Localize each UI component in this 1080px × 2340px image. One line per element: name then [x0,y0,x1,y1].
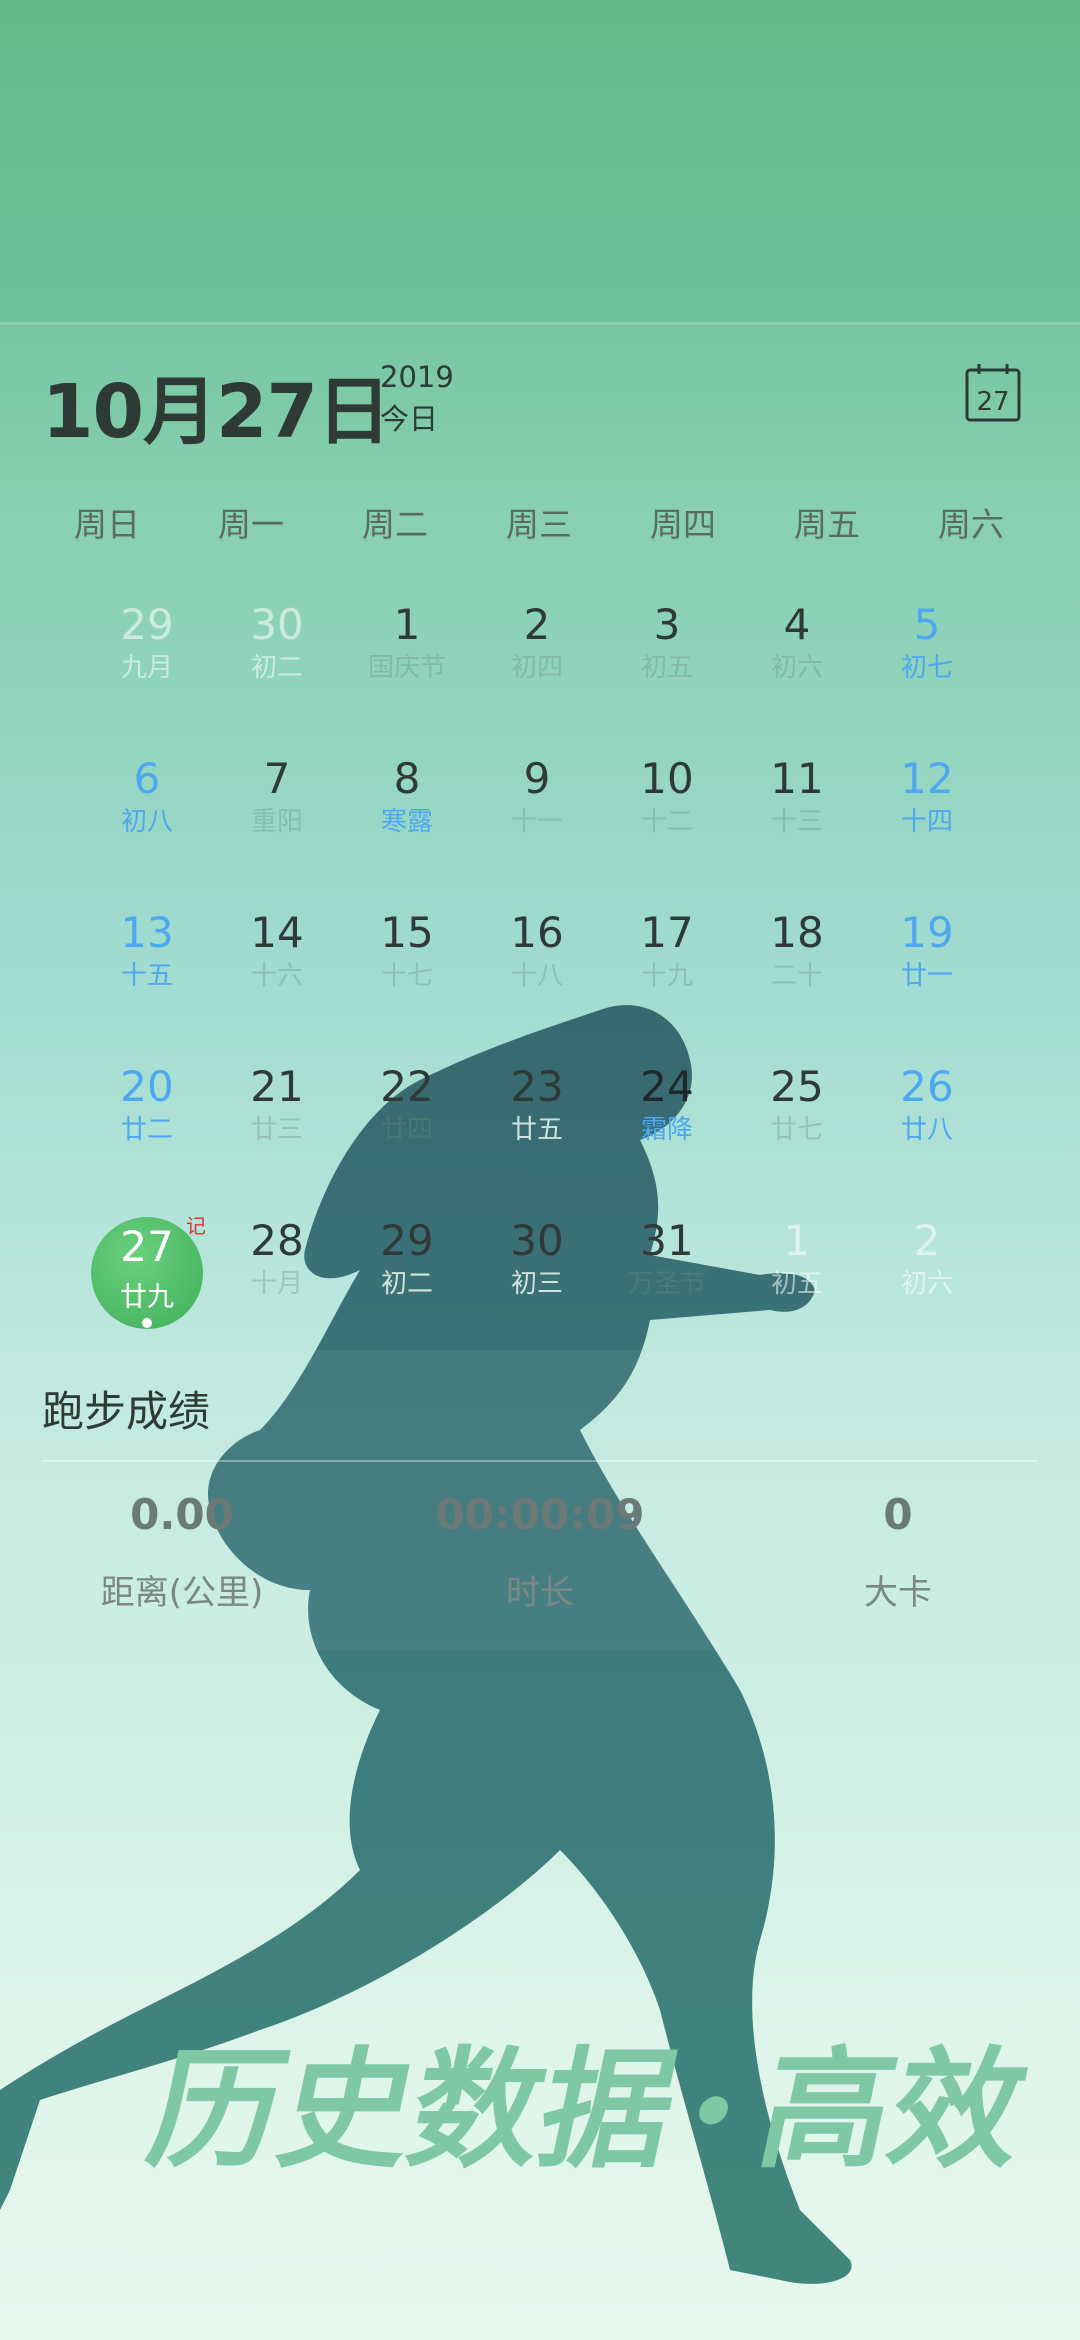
day-cell[interactable]: 31 万圣节 [602,1216,732,1336]
day-cell[interactable]: 6 初八 [82,754,212,874]
weekday-header-row: 周日 周一 周二 周三 周四 周五 周六 [0,498,1080,548]
record-badge: 记 [186,1214,206,1238]
day-cell[interactable]: 30 初二 [212,600,342,720]
duration-stat: 00:00:09 时长 [390,1490,690,1614]
selected-day-lunar: 廿九 [120,1282,174,1313]
year-label: 2019 [380,360,454,394]
duration-value: 00:00:09 [435,1490,645,1539]
day-cell[interactable]: 24 霜降 [602,1062,732,1182]
day-cell[interactable]: 13 十五 [82,908,212,1028]
weekday-tue: 周二 [362,505,428,544]
calories-value: 0 [883,1490,913,1539]
day-cell[interactable]: 1 初五 [732,1216,862,1336]
distance-label: 距离(公里) [100,1573,264,1613]
day-cell[interactable]: 29 初二 [342,1216,472,1336]
run-results-title: 跑步成绩 [42,1387,211,1436]
calendar-today-icon[interactable]: 27 [964,362,1022,424]
top-banner [0,0,1080,325]
current-date-title: 10月27日 [42,369,391,455]
day-cell[interactable]: 4 初六 [732,600,862,720]
day-cell[interactable]: 29 九月 [82,600,212,720]
slogan-banner: 历史数据 • 高效 [137,2035,1039,2186]
day-cell[interactable]: 21 廿三 [212,1062,342,1182]
day-cell[interactable]: 16 十八 [472,908,602,1028]
calendar-icon-day: 27 [976,387,1009,417]
duration-label: 时长 [506,1573,574,1613]
today-label[interactable]: 今日 [380,396,438,438]
day-cell[interactable]: 9 十一 [472,754,602,874]
day-cell[interactable]: 17 十九 [602,908,732,1028]
distance-stat: 0.00 距离(公里) [32,1490,332,1614]
day-cell[interactable]: 26 廿八 [862,1062,992,1182]
day-cell[interactable]: 22 廿四 [342,1062,472,1182]
day-cell[interactable]: 11 十三 [732,754,862,874]
day-cell[interactable]: 25 廿七 [732,1062,862,1182]
day-cell[interactable]: 3 初五 [602,600,732,720]
weekday-sun: 周日 [74,505,140,544]
day-cell[interactable]: 2 初六 [862,1216,992,1336]
weekday-fri: 周五 [794,505,860,544]
day-cell[interactable]: 15 十七 [342,908,472,1028]
selected-day-dot [142,1318,152,1328]
slogan-left: 历史数据 [137,2035,689,2186]
day-cell[interactable]: 12 十四 [862,754,992,874]
slogan-right: 高效 [747,2035,1039,2186]
day-cell[interactable]: 20 廿二 [82,1062,212,1182]
day-cell[interactable]: 5 初七 [862,600,992,720]
day-cell[interactable]: 10 十二 [602,754,732,874]
day-cell[interactable]: 19 廿一 [862,908,992,1028]
day-cell[interactable]: 1 国庆节 [342,600,472,720]
day-cell[interactable]: 23 廿五 [472,1062,602,1182]
distance-value: 0.00 [130,1490,234,1539]
day-cell[interactable]: 18 二十 [732,908,862,1028]
day-cell[interactable]: 14 十六 [212,908,342,1028]
weekday-wed: 周三 [506,505,572,544]
calories-label: 大卡 [864,1573,932,1613]
calories-stat: 0 大卡 [748,1490,1048,1614]
day-cell[interactable]: 2 初四 [472,600,602,720]
divider [42,1460,1038,1462]
day-cell[interactable]: 7 重阳 [212,754,342,874]
slogan-separator: • [677,2067,748,2160]
day-cell[interactable]: 8 寒露 [342,754,472,874]
day-cell[interactable]: 30 初三 [472,1216,602,1336]
weekday-mon: 周一 [218,505,284,544]
weekday-sat: 周六 [938,505,1004,544]
weekday-thu: 周四 [650,505,716,544]
day-cell[interactable]: 28 十月 [212,1216,342,1336]
